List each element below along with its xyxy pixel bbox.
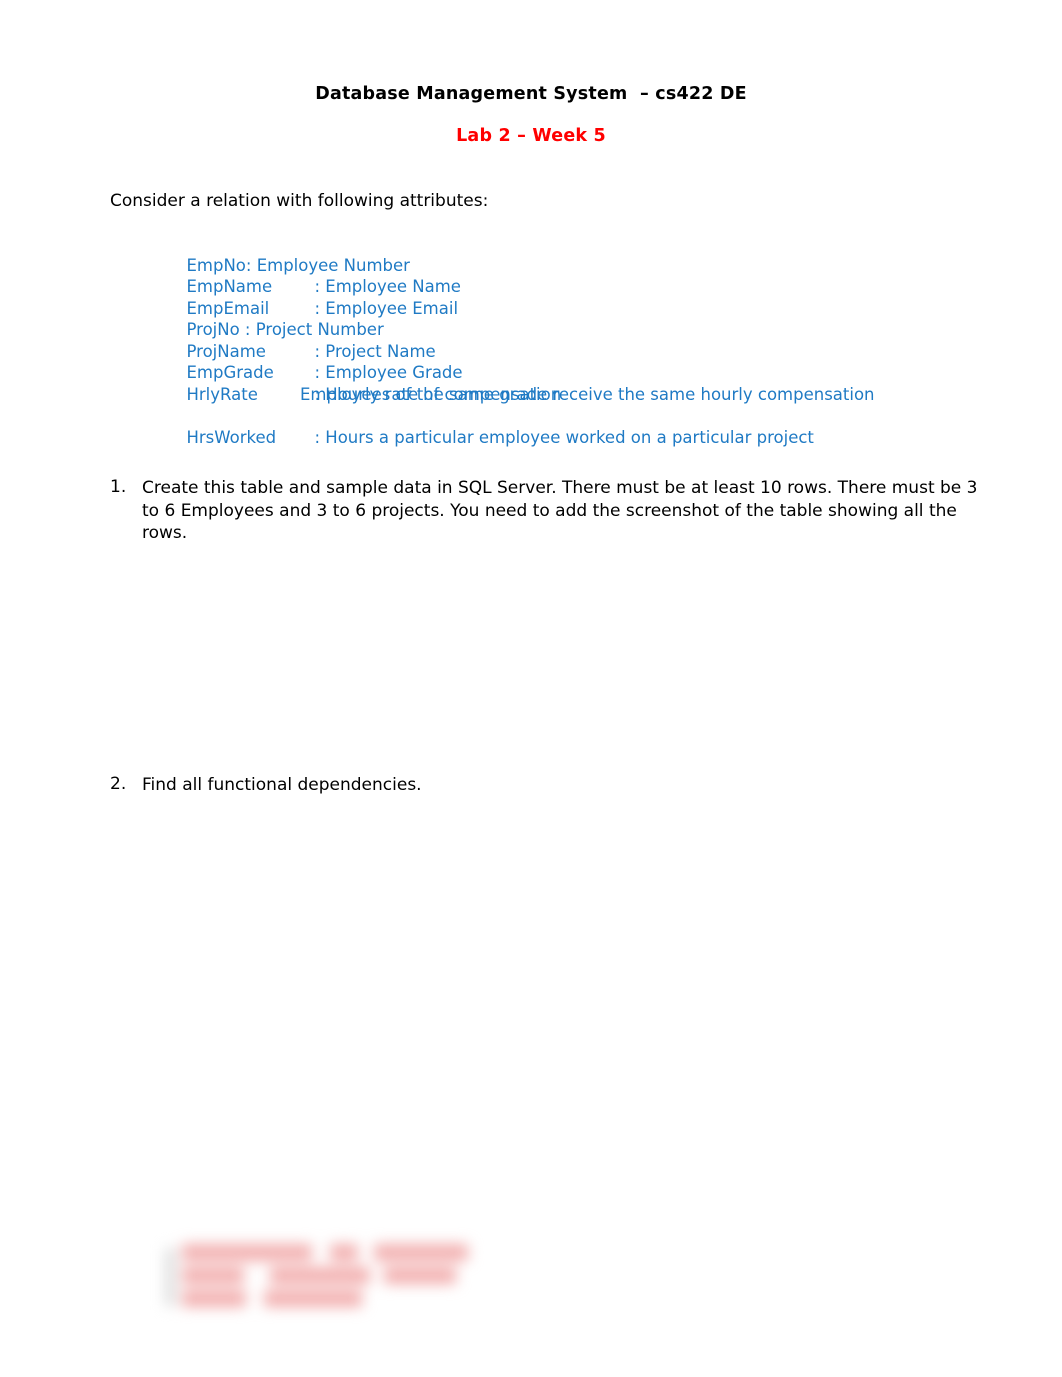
attribute-description: : Employee Name — [314, 277, 461, 296]
intro-paragraph: Consider a relation with following attri… — [110, 191, 489, 211]
attribute-description: : Employee Grade — [314, 363, 463, 382]
attribute-row-hrsworked: HrsWorked : Hours a particular employee w… — [155, 405, 1015, 447]
watermark-bar — [384, 1267, 456, 1284]
list-item: 1. Create this table and sample data in … — [110, 477, 992, 545]
attribute-description: Employee Number — [251, 255, 410, 275]
watermark-bar — [330, 1244, 358, 1261]
list-item: 2. Find all functional dependencies. — [110, 774, 710, 797]
watermark-bar — [182, 1290, 246, 1307]
attribute-name: ProjNo : — [186, 320, 251, 339]
document-subtitle: Lab 2 – Week 5 — [456, 126, 606, 146]
attribute-name: HrsWorked — [186, 427, 277, 447]
list-item-text: Find all functional dependencies. — [142, 775, 422, 795]
attribute-description: : Hours a particular employee worked on … — [314, 427, 814, 447]
attribute-description: Project Number — [250, 320, 384, 339]
watermark-bar — [264, 1290, 362, 1307]
watermark-bar — [182, 1244, 312, 1261]
list-item-text: Create this table and sample data in SQL… — [142, 478, 978, 543]
document-title: Database Management System – cs422 DE — [315, 84, 747, 104]
list-item-marker: 2. — [110, 774, 127, 794]
attribute-name: EmpEmail — [186, 298, 270, 318]
blurred-footer-watermark — [152, 1240, 512, 1336]
attribute-name: EmpName — [186, 277, 273, 296]
attribute-description: : Project Name — [314, 341, 436, 361]
watermark-bar — [270, 1267, 370, 1284]
attribute-name: ProjName — [186, 341, 266, 361]
list-item-marker: 1. — [110, 477, 127, 497]
attribute-name: HrlyRate — [186, 384, 258, 404]
attribute-row-empno: EmpNo: Employee Number — [155, 233, 1015, 275]
document-page: Database Management System – cs422 DE La… — [0, 0, 1062, 1377]
attribute-description: : Employee Email — [314, 298, 459, 318]
watermark-bar — [182, 1267, 244, 1284]
watermark-grey-bar — [166, 1248, 175, 1306]
attribute-name: EmpNo: — [186, 255, 252, 275]
watermark-bar — [374, 1244, 468, 1261]
attribute-definition-list: EmpNo: Employee Number EmpName : Employee… — [155, 233, 1015, 447]
attribute-name: EmpGrade — [186, 363, 274, 382]
